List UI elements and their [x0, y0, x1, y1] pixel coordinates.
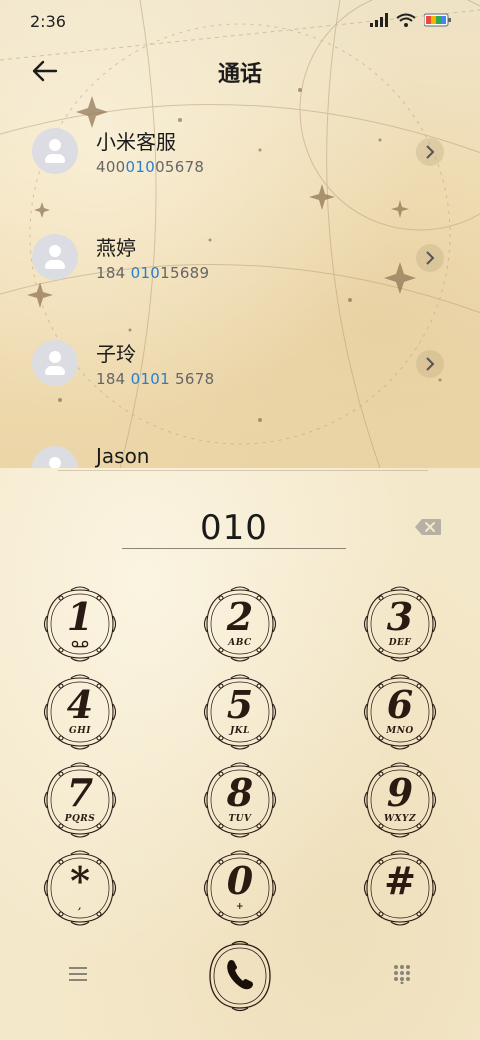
dial-key-letters: JKL [230, 726, 250, 736]
contact-item[interactable]: 小米客服 40001005678 [0, 104, 480, 200]
dial-key-3[interactable]: 3 DEF [361, 584, 439, 664]
status-icons [370, 12, 452, 28]
header: 通话 [0, 48, 480, 94]
contact-name: Jason [96, 444, 150, 468]
dial-key-letters: + [235, 902, 245, 912]
phone-icon [227, 960, 253, 990]
keypad-grid-icon [394, 965, 410, 984]
dial-key-star[interactable]: *, [41, 848, 119, 928]
contact-detail-button[interactable] [416, 244, 444, 272]
avatar [32, 446, 78, 468]
menu-button[interactable] [68, 966, 88, 982]
dial-key-7[interactable]: 7 PQRS [41, 760, 119, 840]
chevron-right-icon [426, 357, 435, 371]
contact-name: 小米客服 [96, 130, 176, 154]
dial-key-digit: 7 [66, 770, 94, 815]
dial-key-digit: 9 [386, 770, 414, 815]
dial-key-digit: 1 [66, 594, 94, 639]
dial-key-2[interactable]: 2 ABC [201, 584, 279, 664]
dial-key-digit: * [70, 858, 90, 903]
dial-key-digit: 0 [226, 858, 254, 903]
contact-number: 40001005678 [96, 158, 205, 176]
contact-name: 燕婷 [96, 236, 136, 260]
contact-name: 子玲 [96, 342, 136, 366]
call-button[interactable] [204, 940, 276, 1012]
dial-key-letters: MNO [386, 726, 414, 736]
contact-item[interactable]: Jason [0, 422, 480, 468]
contact-detail-button[interactable] [416, 138, 444, 166]
dial-key-digit: 6 [386, 682, 414, 727]
contact-item[interactable]: 燕婷 184 01015689 [0, 210, 480, 306]
signal-icon [370, 13, 388, 27]
contact-number: 184 0101 5678 [96, 370, 215, 388]
divider [58, 470, 428, 471]
backspace-button[interactable] [414, 518, 442, 536]
contact-item[interactable]: 子玲 184 0101 5678 [0, 316, 480, 412]
contact-number: 184 01015689 [96, 264, 210, 282]
dial-key-8[interactable]: 8 TUV [201, 760, 279, 840]
dial-key-digit: 8 [226, 770, 254, 815]
dial-key-5[interactable]: 5 JKL [201, 672, 279, 752]
battery-icon [424, 13, 451, 27]
backspace-icon [415, 519, 441, 535]
dial-key-9[interactable]: 9 WXYZ [361, 760, 439, 840]
wifi-icon [396, 13, 416, 27]
dial-key-letters: DEF [388, 638, 412, 648]
dial-key-digit: 5 [226, 682, 254, 727]
avatar [32, 234, 78, 280]
dial-key-6[interactable]: 6 MNO [361, 672, 439, 752]
dial-key-4[interactable]: 4 GHI [41, 672, 119, 752]
dial-key-digit: 2 [226, 594, 254, 639]
avatar [32, 340, 78, 386]
dial-key-1[interactable]: 1 [41, 584, 119, 664]
dial-key-hash[interactable]: # [361, 848, 439, 928]
dialed-number[interactable]: 010 [122, 508, 346, 548]
dial-key-digit: 3 [386, 594, 414, 639]
dial-key-0[interactable]: 0 + [201, 848, 279, 928]
dial-key-digit: 4 [66, 682, 94, 727]
divider [122, 548, 346, 549]
status-bar: 2:36 [0, 0, 480, 40]
dial-key-letters: GHI [69, 726, 91, 736]
menu-icon [69, 967, 87, 981]
contact-detail-button[interactable] [416, 350, 444, 378]
status-time: 2:36 [30, 12, 66, 31]
dial-key-letters: WXYZ [383, 814, 417, 824]
dial-key-letters: ABC [228, 638, 252, 648]
chevron-right-icon [426, 145, 435, 159]
dial-key-letters: , [78, 902, 82, 912]
voicemail-icon [71, 640, 89, 648]
chevron-right-icon [426, 251, 435, 265]
contact-results-area: 2:36 通话 小米客服 40001005678 燕婷 184 01015689… [0, 0, 480, 468]
dial-key-letters: TUV [228, 814, 252, 824]
page-title: 通话 [217, 62, 262, 87]
dial-key-digit: # [384, 858, 416, 903]
avatar [32, 128, 78, 174]
dialer-panel: 010 1 2 ABC 3 DEF 4 GHI 5 JKL 6 MNO 7 PQ… [0, 468, 480, 1040]
dial-key-letters: PQRS [64, 814, 96, 824]
keypad-toggle-button[interactable] [393, 964, 411, 984]
